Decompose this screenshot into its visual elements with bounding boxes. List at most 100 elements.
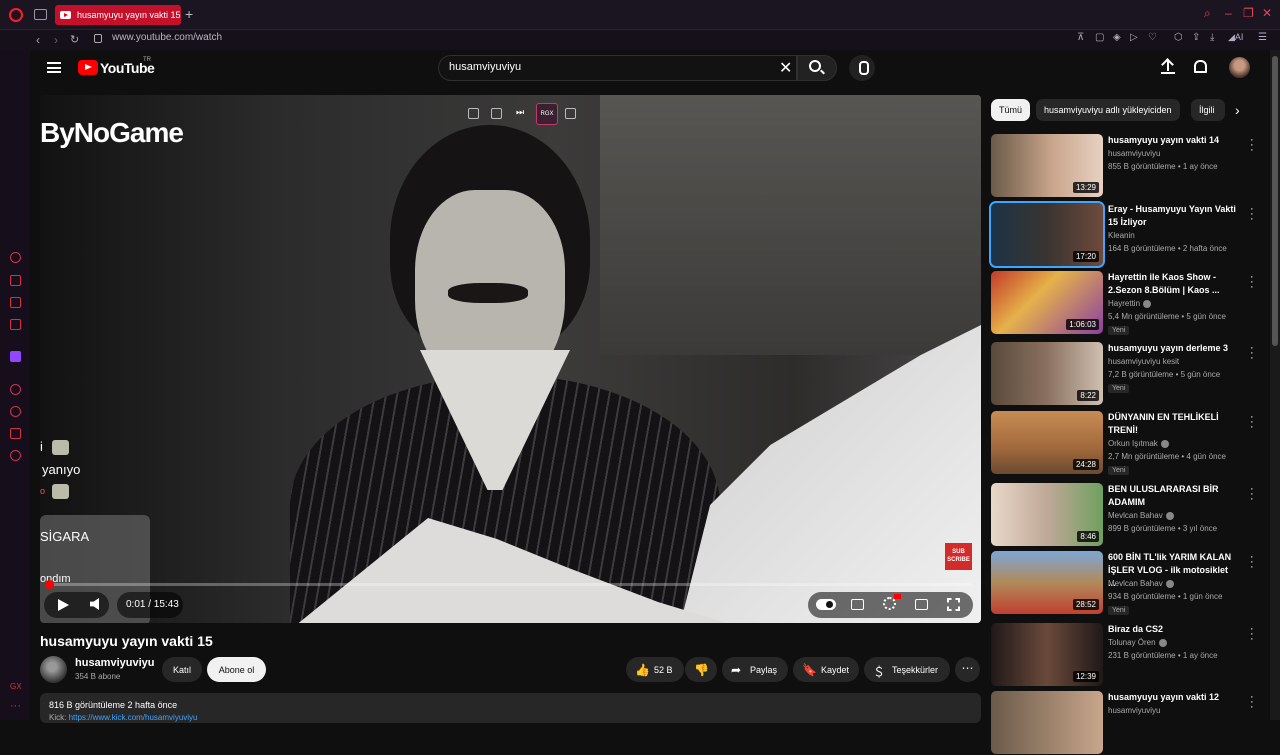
recommendation-item[interactable]: 8:46 BEN ULUSLARARASI BİR ADAMIM Mevlcan B… bbox=[991, 483, 1261, 547]
more-options-icon[interactable]: · · · bbox=[1250, 204, 1254, 225]
pin-icon[interactable]: ⊼ bbox=[1077, 32, 1084, 43]
aria-ai-icon[interactable]: ◢AI bbox=[1228, 32, 1243, 43]
video-thumbnail[interactable]: 17:20 bbox=[989, 201, 1105, 268]
sidebar-more-icon[interactable]: ··· bbox=[10, 700, 21, 712]
progress-bar[interactable] bbox=[48, 583, 973, 586]
player-icon[interactable]: ▷ bbox=[1130, 32, 1138, 43]
recommendation-channel[interactable]: husamviyuviyu kesit bbox=[1108, 357, 1179, 366]
url-field[interactable]: www.youtube.com/watch bbox=[112, 32, 222, 43]
like-button[interactable]: 👍 52 B bbox=[626, 657, 684, 682]
chip-all[interactable]: Tümü bbox=[991, 99, 1031, 121]
progress-scrubber[interactable] bbox=[45, 580, 54, 589]
more-options-icon[interactable]: · · · bbox=[1250, 692, 1254, 713]
autoplay-toggle[interactable] bbox=[816, 599, 836, 610]
recommendation-title[interactable]: husamyuyu yayın vakti 14 bbox=[1108, 134, 1236, 147]
share-icon[interactable]: ⇪ bbox=[1192, 32, 1200, 43]
extensions-icon[interactable]: ⬡ bbox=[1174, 32, 1183, 43]
minimize-icon[interactable]: – bbox=[1225, 6, 1232, 20]
snapshot-icon[interactable]: ▢ bbox=[1095, 32, 1104, 43]
recommendation-item[interactable]: 24:28 DÜNYANIN EN TEHLİKELİ TRENİ! Orkun I… bbox=[991, 411, 1261, 475]
close-window-icon[interactable]: ✕ bbox=[1262, 6, 1272, 20]
channel-avatar[interactable] bbox=[40, 656, 67, 683]
share-button[interactable]: ➦ Paylaş bbox=[722, 657, 788, 682]
gx-mail-icon[interactable] bbox=[10, 319, 21, 330]
video-thumbnail[interactable]: 24:28 bbox=[991, 411, 1103, 474]
settings-gear-icon[interactable] bbox=[10, 450, 21, 461]
search-icon[interactable] bbox=[809, 60, 821, 72]
video-thumbnail[interactable]: 12:39 bbox=[991, 623, 1103, 686]
subscribe-overlay-badge[interactable]: SUB SCRIBE bbox=[945, 543, 972, 570]
video-thumbnail[interactable]: 1:06:03 bbox=[991, 271, 1103, 334]
chips-next-arrow-icon[interactable]: › bbox=[1235, 102, 1240, 118]
play-icon[interactable] bbox=[58, 599, 69, 611]
easy-setup-icon[interactable]: ☰ bbox=[1258, 32, 1267, 43]
recommendation-channel[interactable]: husamviyuviyu bbox=[1108, 706, 1160, 715]
extensions-sidebar-icon[interactable] bbox=[10, 428, 21, 439]
more-options-icon[interactable]: · · · bbox=[1250, 272, 1254, 293]
recommendation-item[interactable]: 13:29 husamyuyu yayın vakti 14 husamviyuvi… bbox=[991, 134, 1261, 198]
recommendation-item[interactable]: 1:06:03 Hayrettin ile Kaos Show - 2.Sezon… bbox=[991, 271, 1261, 335]
video-thumbnail[interactable]: 28:52 bbox=[991, 551, 1103, 614]
heart-icon[interactable]: ♡ bbox=[1148, 32, 1157, 43]
gx-control-icon[interactable] bbox=[10, 252, 21, 263]
clear-search-icon[interactable]: ✕ bbox=[779, 58, 792, 78]
more-options-icon[interactable]: · · · bbox=[1250, 135, 1254, 156]
gx-cleaner-icon[interactable] bbox=[10, 297, 21, 308]
recommendation-channel[interactable]: Tolunay Ören bbox=[1108, 638, 1167, 647]
twitch-icon[interactable] bbox=[10, 351, 21, 362]
more-options-icon[interactable]: · · · bbox=[1250, 624, 1254, 645]
recommendation-item[interactable]: 12:39 Biraz da CS2 Tolunay Ören 231 B görün… bbox=[991, 623, 1261, 687]
video-thumbnail[interactable]: 8:46 bbox=[991, 483, 1103, 546]
recommendation-channel[interactable]: Orkun Işıtmak bbox=[1108, 439, 1169, 448]
recommendation-channel[interactable]: husamviyuviyu bbox=[1108, 149, 1160, 158]
overlay-theater-icon[interactable] bbox=[565, 108, 576, 119]
recommendation-item[interactable]: husamyuyu yayın vakti 12 husamviyuviyu · · · bbox=[991, 691, 1261, 755]
dislike-button[interactable]: 👎 bbox=[685, 657, 717, 682]
browser-tab[interactable]: husamyuyu yayın vakti 15 bbox=[55, 5, 181, 25]
recommendation-channel[interactable]: Kleanin bbox=[1108, 231, 1135, 240]
join-button[interactable]: Katıl bbox=[162, 657, 202, 682]
video-thumbnail[interactable] bbox=[991, 691, 1103, 754]
shield-icon[interactable]: ◈ bbox=[1113, 32, 1121, 43]
youtube-logo-icon[interactable] bbox=[78, 60, 98, 75]
gx-corner-icon[interactable] bbox=[10, 275, 21, 286]
player-sidebar-icon[interactable] bbox=[10, 384, 21, 395]
theater-mode-icon[interactable] bbox=[915, 599, 928, 610]
video-thumbnail[interactable]: 8:22 bbox=[991, 342, 1103, 405]
recommendation-item[interactable]: 8:22 husamyuyu yayın derleme 3 husamviyuvi… bbox=[991, 342, 1261, 406]
captions-icon[interactable] bbox=[851, 599, 864, 610]
more-options-icon[interactable]: · · · bbox=[1250, 343, 1254, 364]
new-tab-plus-icon[interactable]: + bbox=[185, 6, 193, 22]
video-player[interactable]: ByNoGame i yanıyo o SİGARA ondım ⏭ RGX S… bbox=[40, 95, 981, 623]
save-button[interactable]: 🔖 Kaydet bbox=[793, 657, 859, 682]
recommendation-item[interactable]: 28:52 600 BİN TL'lik YARIM KALAN İŞLER VL… bbox=[991, 551, 1261, 615]
video-thumbnail[interactable]: 13:29 bbox=[991, 134, 1103, 197]
recommendation-title[interactable]: Biraz da CS2 bbox=[1108, 623, 1236, 636]
more-actions-icon[interactable]: ⋯ bbox=[955, 657, 980, 682]
overlay-enter-icon[interactable] bbox=[491, 108, 502, 119]
more-options-icon[interactable]: · · · bbox=[1250, 412, 1254, 433]
back-icon[interactable]: ‹ bbox=[36, 33, 40, 47]
recommendation-title[interactable]: DÜNYANIN EN TEHLİKELİ TRENİ! bbox=[1108, 411, 1236, 437]
lock-icon[interactable] bbox=[94, 34, 102, 43]
more-options-icon[interactable]: · · · bbox=[1250, 552, 1254, 573]
search-input[interactable]: husamviyuviyu bbox=[449, 61, 521, 73]
notifications-bell-icon[interactable] bbox=[1194, 60, 1207, 73]
history-icon[interactable] bbox=[10, 406, 21, 417]
subscribe-button[interactable]: Abone ol bbox=[207, 657, 266, 682]
recommendation-title[interactable]: Hayrettin ile Kaos Show - 2.Sezon 8.Bölü… bbox=[1108, 271, 1236, 297]
forward-icon[interactable]: › bbox=[54, 33, 58, 47]
recommendation-title[interactable]: husamyuyu yayın derleme 3 bbox=[1108, 342, 1236, 355]
rgx-button[interactable]: RGX bbox=[536, 103, 558, 125]
recommendation-channel[interactable]: Hayrettin bbox=[1108, 299, 1152, 308]
recommendation-title[interactable]: Eray - Husamyuyu Yayın Vakti 15 İzliyor bbox=[1108, 203, 1236, 229]
overlay-next-icon[interactable]: ⏭ bbox=[516, 107, 527, 118]
recommendation-channel[interactable]: Mevlcan Bahav bbox=[1108, 579, 1174, 588]
recommendation-title[interactable]: husamyuyu yayın vakti 12 bbox=[1108, 691, 1236, 704]
scrollbar-thumb[interactable] bbox=[1272, 56, 1278, 346]
chip-related[interactable]: İlgili bbox=[1191, 99, 1225, 121]
account-avatar[interactable] bbox=[1229, 57, 1250, 78]
recommendation-title[interactable]: BEN ULUSLARARASI BİR ADAMIM bbox=[1108, 483, 1236, 509]
channel-name[interactable]: husamviyuviyu bbox=[75, 657, 154, 669]
thanks-button[interactable]: ＄ Teşekkürler bbox=[864, 657, 950, 682]
